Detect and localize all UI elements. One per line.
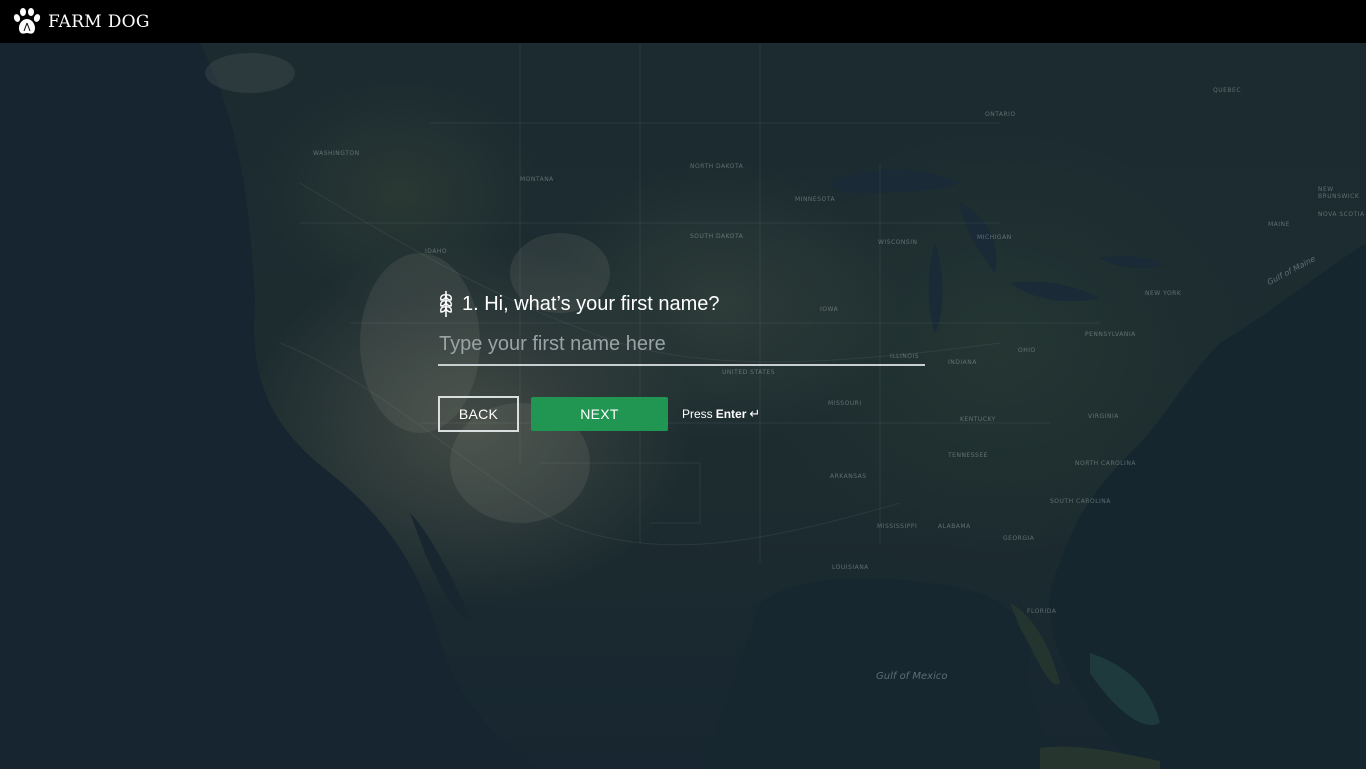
map-label: Alabama (938, 523, 971, 530)
signup-form: 1. Hi, what’s your first name? BACK NEXT… (438, 288, 925, 432)
map-label: Georgia (1003, 535, 1035, 542)
map-label: Wisconsin (878, 239, 918, 246)
wheat-icon (440, 291, 452, 317)
enter-hint: Press Enter ↵ (682, 406, 760, 422)
map-label: New York (1145, 290, 1182, 297)
map-label: Montana (520, 176, 554, 183)
enter-key-icon: ↵ (749, 406, 761, 421)
map-label: South Dakota (690, 233, 744, 240)
map-label: Minnesota (795, 196, 836, 203)
map-label: Indiana (948, 359, 977, 366)
map-label: Idaho (425, 248, 448, 255)
map-label: Louisiana (832, 564, 869, 571)
map-label: Nova Scotia (1318, 211, 1365, 218)
map-label: Mississippi (877, 523, 918, 530)
question-heading: 1. Hi, what’s your first name? (438, 288, 925, 320)
map-label: Michigan (977, 234, 1012, 241)
map-label: Ontario (985, 111, 1016, 118)
map-label: Arkansas (830, 473, 867, 480)
hint-prefix: Press (682, 407, 713, 421)
map-label: North Dakota (690, 163, 744, 170)
first-name-input[interactable] (438, 330, 925, 366)
map-label: Florida (1027, 608, 1057, 615)
brand-logo[interactable]: FARM DOG (12, 7, 150, 37)
map-label: Ohio (1018, 347, 1036, 354)
question-text: 1. Hi, what’s your first name? (462, 292, 720, 315)
paw-icon (13, 7, 41, 34)
map-label: Tennessee (948, 452, 988, 459)
map-label: Quebec (1213, 87, 1242, 94)
map-label: South Carolina (1050, 498, 1111, 505)
next-button[interactable]: NEXT (531, 397, 668, 431)
form-actions: BACK NEXT Press Enter ↵ (438, 396, 925, 432)
hint-key: Enter (715, 407, 747, 421)
map-label: Pennsylvania (1085, 331, 1136, 338)
map-label: New Brunswick (1318, 186, 1360, 200)
map-label: Washington (313, 150, 360, 157)
brand-name: FARM DOG (48, 11, 150, 32)
map-label: North Carolina (1075, 460, 1136, 467)
map-label: Kentucky (960, 416, 996, 423)
gulf-of-mexico-label: Gulf of Mexico (876, 671, 948, 682)
back-button[interactable]: BACK (438, 396, 519, 432)
map-label: Virginia (1088, 413, 1119, 420)
top-bar: FARM DOG (0, 0, 1366, 43)
map-label: Maine (1268, 221, 1290, 228)
